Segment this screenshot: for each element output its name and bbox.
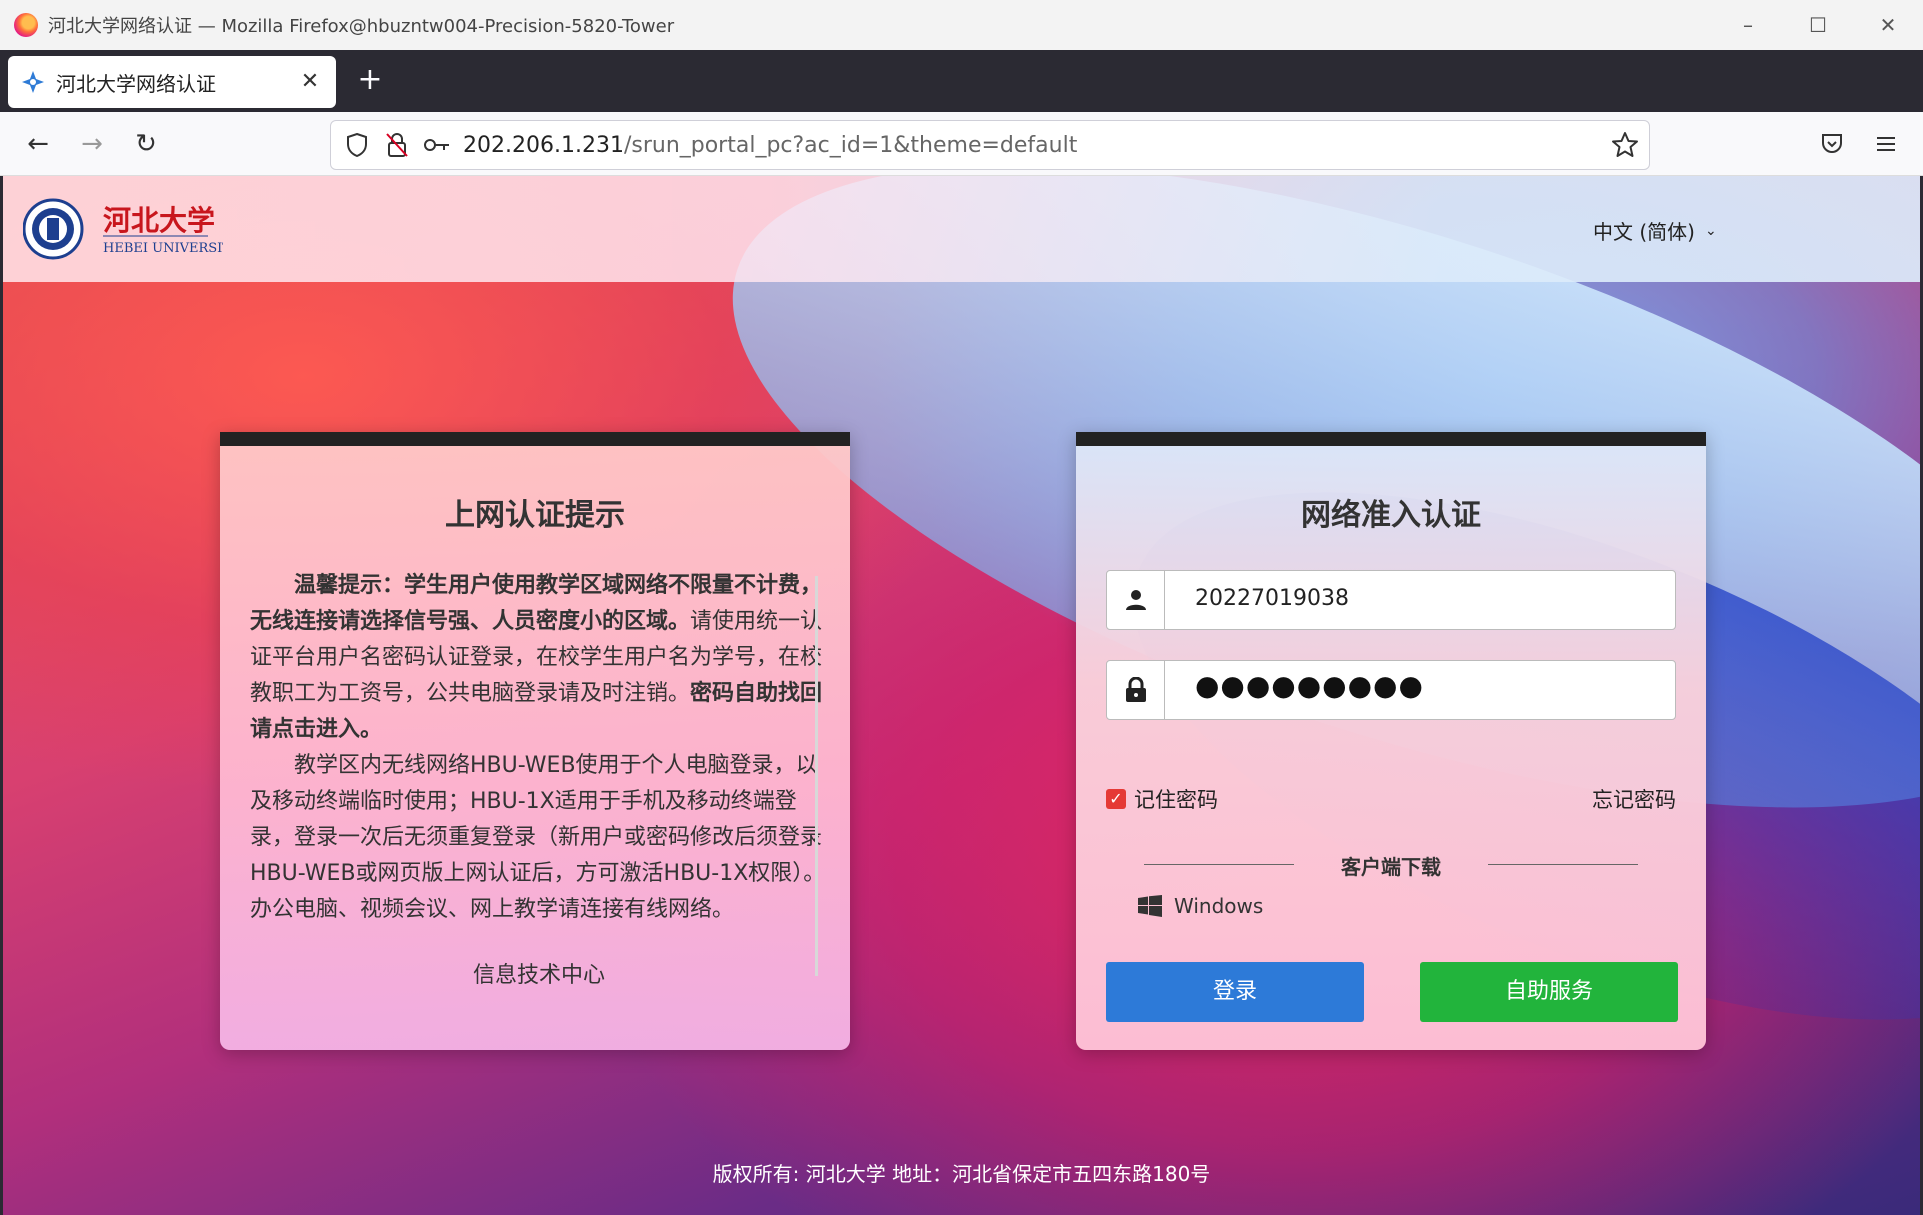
key-icon[interactable]	[423, 131, 451, 159]
login-card: 网络准入认证 20227019038 ●●●●●●●●● ✓ 记住密码 忘记密码…	[1076, 432, 1706, 1050]
windows-icon	[1138, 895, 1162, 917]
windows-download-link[interactable]: Windows	[1138, 894, 1263, 918]
forward-button[interactable]: →	[74, 126, 110, 162]
notice-title: 上网认证提示	[445, 498, 625, 533]
checkbox-checked-icon[interactable]: ✓	[1106, 789, 1126, 809]
menu-icon[interactable]	[1874, 132, 1898, 156]
password-mask: ●●●●●●●●●	[1195, 669, 1424, 702]
notice-paragraph-1: 温馨提示：学生用户使用教学区域网络不限量不计费，无线连接请选择信号强、人员密度小…	[250, 568, 828, 748]
tab-title: 河北大学网络认证	[56, 71, 216, 96]
site-favicon-icon	[22, 71, 44, 93]
svg-text:HEBEI UNIVERSITY: HEBEI UNIVERSITY	[103, 241, 223, 256]
windows-label: Windows	[1174, 894, 1264, 918]
svg-text:河北大学: 河北大学	[103, 204, 215, 237]
self-service-button[interactable]: 自助服务	[1420, 962, 1678, 1022]
page-footer: 版权所有: 河北大学 地址：河北省保定市五四东路180号	[712, 1162, 1211, 1186]
remember-label: 记住密码	[1134, 788, 1218, 812]
back-button[interactable]: ←	[20, 126, 56, 162]
url-host: 202.206.1.231	[463, 132, 624, 158]
login-button[interactable]: 登录	[1106, 962, 1364, 1022]
insecure-lock-icon[interactable]	[383, 131, 411, 159]
navigation-bar: ← → ↻ 202.206.1.231/srun_portal_pc?ac_id…	[0, 112, 1923, 176]
url-path: /srun_portal_pc?ac_id=1&theme=default	[623, 132, 1078, 158]
notice-card: 上网认证提示 温馨提示：学生用户使用教学区域网络不限量不计费，无线连接请选择信号…	[220, 432, 850, 1050]
tab-active[interactable]: 河北大学网络认证 ✕	[8, 56, 336, 108]
close-window-button[interactable]: ✕	[1853, 0, 1923, 50]
hebei-university-logo: 河北大学 HEBEI UNIVERSITY	[23, 198, 223, 260]
tab-strip: 河北大学网络认证 ✕ +	[0, 50, 1923, 112]
password-field[interactable]: ●●●●●●●●●	[1106, 660, 1676, 720]
tracking-shield-icon[interactable]	[343, 131, 371, 159]
notice-paragraph-2: 教学区内无线网络HBU-WEB使用于个人电脑登录，以及移动终端临时使用；HBU-…	[250, 753, 826, 922]
username-field[interactable]: 20227019038	[1106, 570, 1676, 630]
notice-content[interactable]: 温馨提示：学生用户使用教学区域网络不限量不计费，无线连接请选择信号强、人员密度小…	[250, 568, 828, 1048]
window-title: 河北大学网络认证 — Mozilla Firefox@hbuzntw004-Pr…	[48, 16, 675, 37]
notice-scrollbar[interactable]	[815, 576, 818, 976]
user-icon	[1107, 571, 1165, 629]
download-title: 客户端下载	[1341, 855, 1441, 879]
page-viewport: 河北大学 HEBEI UNIVERSITY 中文 (简体) ⌄ 上网认证提示 温…	[3, 176, 1920, 1215]
notice-signature: 信息技术中心	[472, 963, 605, 988]
chevron-down-icon: ⌄	[1704, 222, 1717, 239]
minimize-button[interactable]: –	[1713, 0, 1783, 50]
lock-icon	[1107, 661, 1165, 719]
firefox-logo-icon	[14, 13, 38, 37]
language-label: 中文 (简体)	[1593, 220, 1695, 244]
divider-right	[1488, 864, 1638, 865]
bookmark-star-icon[interactable]	[1611, 131, 1639, 159]
pocket-icon[interactable]	[1820, 132, 1844, 156]
url-text[interactable]: 202.206.1.231/srun_portal_pc?ac_id=1&the…	[463, 133, 1077, 158]
new-tab-button[interactable]: +	[352, 62, 388, 98]
site-header: 河北大学 HEBEI UNIVERSITY 中文 (简体) ⌄	[3, 176, 1920, 282]
url-bar[interactable]: 202.206.1.231/srun_portal_pc?ac_id=1&the…	[330, 120, 1650, 170]
tab-close-icon[interactable]: ✕	[296, 68, 324, 96]
login-title: 网络准入认证	[1301, 498, 1481, 533]
window-titlebar: 河北大学网络认证 — Mozilla Firefox@hbuzntw004-Pr…	[0, 0, 1923, 50]
reload-button[interactable]: ↻	[128, 126, 164, 162]
language-selector[interactable]: 中文 (简体) ⌄	[1593, 216, 1717, 245]
remember-password-checkbox[interactable]: ✓ 记住密码	[1106, 784, 1218, 814]
forgot-password-link[interactable]: 忘记密码	[1592, 784, 1676, 814]
username-value: 20227019038	[1195, 586, 1349, 611]
maximize-button[interactable]: ☐	[1783, 0, 1853, 50]
